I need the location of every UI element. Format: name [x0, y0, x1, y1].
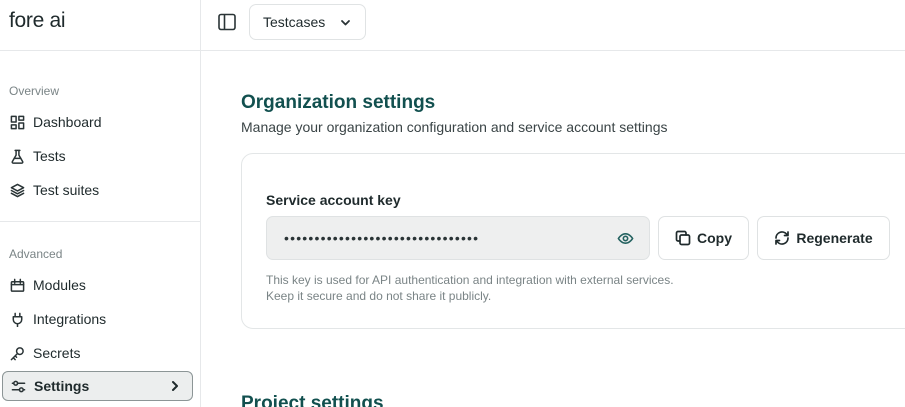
- regenerate-button-label: Regenerate: [796, 230, 873, 246]
- sidebar-item-tests[interactable]: Tests: [2, 141, 193, 171]
- section-label-overview: Overview: [9, 84, 60, 98]
- copy-button-label: Copy: [697, 230, 732, 246]
- sidebar-item-label: Settings: [34, 378, 90, 394]
- plug-icon: [9, 311, 25, 327]
- page-subtitle: Manage your organization configuration a…: [241, 119, 668, 135]
- divider: [0, 221, 200, 222]
- key-icon: [9, 345, 25, 361]
- sidebar-item-settings[interactable]: Settings: [2, 371, 193, 401]
- calendar-box-icon: [9, 277, 25, 293]
- sidebar-item-label: Dashboard: [33, 114, 102, 130]
- sidebar-toggle-button[interactable]: [217, 12, 237, 32]
- copy-icon: [675, 230, 691, 246]
- sidebar-item-label: Secrets: [33, 345, 81, 361]
- section-label-advanced: Advanced: [9, 247, 63, 261]
- brand-logo: fore ai: [9, 9, 66, 32]
- refresh-icon: [774, 230, 790, 246]
- regenerate-button[interactable]: Regenerate: [757, 216, 890, 260]
- copy-button[interactable]: Copy: [658, 216, 749, 260]
- sidebar-toggle-icon: [218, 13, 236, 31]
- layers-icon: [9, 182, 25, 198]
- service-key-masked-value: ••••••••••••••••••••••••••••••••: [284, 230, 480, 246]
- sidebar-item-integrations[interactable]: Integrations: [2, 304, 193, 334]
- page-title: Organization settings: [241, 92, 436, 113]
- project-select[interactable]: Testcases: [249, 4, 366, 40]
- top-bar: Testcases: [201, 0, 905, 51]
- service-key-label: Service account key: [266, 192, 401, 208]
- sidebar-item-secrets[interactable]: Secrets: [2, 338, 193, 368]
- eye-icon[interactable]: [617, 230, 635, 248]
- sidebar-item-label: Integrations: [33, 311, 107, 327]
- section-title-project-settings: Project settings: [241, 393, 384, 407]
- service-key-field[interactable]: ••••••••••••••••••••••••••••••••: [266, 216, 650, 260]
- grid-icon: [9, 114, 25, 130]
- sidebar-item-dashboard[interactable]: Dashboard: [2, 107, 193, 137]
- project-select-value: Testcases: [263, 14, 326, 30]
- settings-sliders-icon: [10, 378, 26, 394]
- chevron-down-icon: [339, 16, 352, 29]
- sidebar-item-label: Modules: [33, 277, 86, 293]
- divider: [0, 50, 200, 51]
- sidebar-item-test-suites[interactable]: Test suites: [2, 175, 193, 205]
- chevron-right-icon: [168, 379, 182, 393]
- help-text: Keep it secure and do not share it publi…: [266, 289, 492, 303]
- flask-icon: [9, 148, 25, 164]
- help-text: This key is used for API authentication …: [266, 273, 674, 287]
- sidebar: fore ai Overview Dashboard Tests Test su…: [0, 0, 201, 407]
- sidebar-item-modules[interactable]: Modules: [2, 270, 193, 300]
- sidebar-item-label: Tests: [33, 148, 66, 164]
- sidebar-item-label: Test suites: [33, 182, 100, 198]
